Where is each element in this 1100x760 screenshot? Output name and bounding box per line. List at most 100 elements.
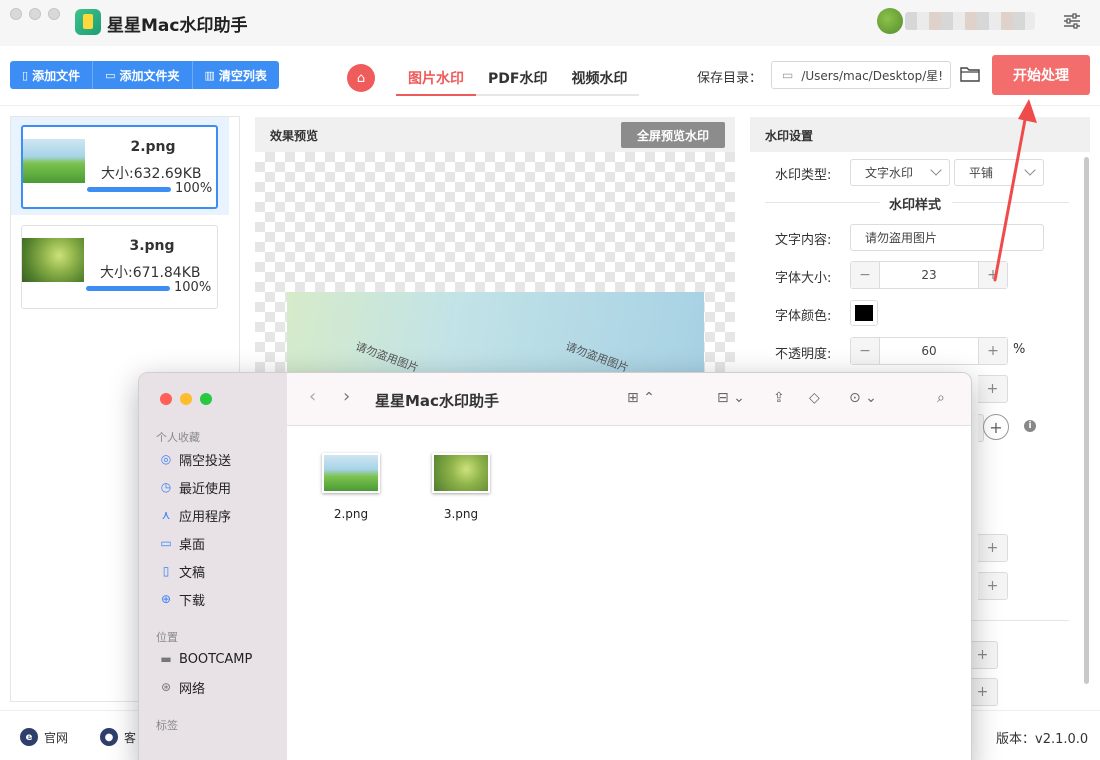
preview-title: 效果预览 [270, 129, 319, 143]
sidebar-item-desktop[interactable]: ▭ 桌面 [159, 533, 205, 553]
official-site-label: 官网 [44, 730, 69, 745]
font-size-label: 字体大小: [775, 271, 832, 286]
increment-button[interactable]: + [978, 375, 1008, 403]
increment-button[interactable]: + [979, 338, 1007, 364]
group-view-icon[interactable]: ⊟ ⌄ [717, 390, 745, 406]
opacity-stepper[interactable]: − 60 + [850, 337, 1008, 365]
opacity-value[interactable]: 60 [879, 338, 979, 364]
settings-sliders-icon[interactable] [1063, 13, 1081, 29]
home-button[interactable]: ⌂ [347, 64, 375, 92]
info-icon[interactable]: i [1024, 420, 1036, 432]
network-icon: ⊛ [160, 680, 172, 694]
sidebar-item-label: 应用程序 [179, 509, 232, 525]
increment-button[interactable]: + [968, 678, 998, 706]
window-close-button[interactable] [10, 8, 22, 20]
back-chevron-icon[interactable]: ‹ [309, 386, 316, 407]
file-list-item[interactable]: 2.png 大小:632.69KB 100% [21, 125, 218, 209]
tab-image-watermark[interactable]: 图片水印 [396, 60, 476, 96]
home-icon: ⌂ [356, 70, 366, 86]
airdrop-icon: ◎ [160, 452, 172, 466]
sidebar-item-label: 最近使用 [179, 481, 232, 497]
share-icon[interactable]: ⇪ [773, 390, 785, 406]
grid-view-icon[interactable]: ⊞ ⌃ [627, 390, 655, 406]
window-minimize-button[interactable] [180, 393, 192, 405]
watermark-type-select[interactable]: 文字水印 [850, 159, 950, 186]
window-close-button[interactable] [160, 393, 172, 405]
save-path-value: /Users/mac/Desktop/星! [801, 68, 944, 83]
sidebar-item-airdrop[interactable]: ◎ 隔空投送 [159, 449, 231, 469]
section-divider [972, 620, 1069, 621]
file-list-item[interactable]: 3.png 大小:671.84KB 100% [21, 225, 218, 309]
chat-bubble-icon: ● [100, 728, 118, 746]
tab-pdf-watermark[interactable]: PDF水印 [476, 60, 559, 96]
add-folder-button[interactable]: ▭ 添加文件夹 [93, 61, 193, 89]
avatar[interactable] [877, 8, 903, 34]
file-size: 大小:671.84KB [100, 265, 201, 281]
watermark-type-value: 文字水印 [865, 166, 914, 180]
file-name: 2.png [333, 507, 369, 521]
finder-file-item[interactable]: 3.png [421, 453, 501, 521]
add-file-label: 添加文件 [32, 68, 81, 83]
increment-button[interactable]: + [968, 641, 998, 669]
browse-folder-icon[interactable] [960, 66, 980, 82]
tag-icon[interactable]: ◇ [809, 390, 820, 406]
file-name: 3.png [129, 238, 175, 254]
increment-button[interactable]: + [978, 572, 1008, 600]
folder-small-icon: ▭ [782, 68, 794, 82]
window-zoom-button[interactable] [48, 8, 60, 20]
settings-title: 水印设置 [765, 129, 814, 143]
download-icon: ⊕ [160, 592, 172, 606]
decrement-button[interactable]: − [851, 262, 879, 288]
sidebar-item-label: 桌面 [179, 537, 206, 553]
sidebar-item-documents[interactable]: ▯ 文稿 [159, 561, 205, 581]
text-content-label: 文字内容: [775, 233, 832, 248]
favorites-heading: 个人收藏 [156, 431, 200, 444]
add-file-button[interactable]: ▯ 添加文件 [10, 61, 94, 89]
fullscreen-preview-button[interactable]: 全屏预览水印 [621, 122, 725, 148]
app-title: 星星Mac水印助手 [107, 16, 248, 36]
window-minimize-button[interactable] [29, 8, 41, 20]
app-logo-icon [75, 9, 101, 35]
file-toolbar: ▯ 添加文件 ▭ 添加文件夹 ▥ 清空列表 [10, 61, 279, 89]
document-icon: ▯ [162, 564, 170, 578]
window-zoom-button[interactable] [200, 393, 212, 405]
section-divider [765, 202, 880, 203]
progress-value: 100% [174, 280, 212, 295]
sidebar-item-network[interactable]: ⊛ 网络 [159, 677, 205, 697]
sidebar-item-recents[interactable]: ◷ 最近使用 [159, 477, 231, 497]
preview-header: 效果预览 全屏预览水印 [255, 117, 735, 152]
browser-e-icon: e [20, 728, 38, 746]
sidebar-item-downloads[interactable]: ⊕ 下载 [159, 589, 205, 609]
settings-scrollbar[interactable] [1084, 157, 1089, 684]
search-icon[interactable]: ⌕ [937, 390, 945, 406]
increment-button[interactable]: + [978, 534, 1008, 562]
mode-tabs: 图片水印 PDF水印 视频水印 [396, 60, 640, 96]
sidebar-item-applications[interactable]: ⋏ 应用程序 [159, 505, 231, 525]
watermark-type-label: 水印类型: [775, 168, 832, 183]
sidebar-item-bootcamp[interactable]: ▬ BOOTCAMP [159, 649, 252, 669]
tab-video-watermark[interactable]: 视频水印 [559, 60, 639, 96]
save-directory-input[interactable]: ▭ /Users/mac/Desktop/星! [771, 61, 951, 89]
start-processing-button[interactable]: 开始处理 [992, 55, 1090, 95]
add-circle-icon[interactable]: + [983, 414, 1009, 440]
save-directory-label: 保存目录： [697, 71, 763, 86]
font-size-value[interactable]: 23 [879, 262, 979, 288]
finder-title: 星星Mac水印助手 [375, 392, 499, 410]
customer-service-link[interactable]: ● 客 [100, 728, 136, 746]
font-color-label: 字体颜色: [775, 309, 832, 324]
add-folder-label: 添加文件夹 [119, 68, 180, 83]
font-color-picker[interactable] [850, 300, 878, 326]
official-site-link[interactable]: e 官网 [20, 728, 68, 746]
file-name: 3.png [443, 507, 479, 521]
folder-icon: ▭ [105, 68, 116, 82]
finder-file-item[interactable]: 2.png [311, 453, 391, 521]
forward-chevron-icon[interactable]: › [343, 386, 350, 407]
decrement-button[interactable]: − [851, 338, 879, 364]
more-actions-icon[interactable]: ⊙ ⌄ [849, 390, 877, 406]
clear-list-button[interactable]: ▥ 清空列表 [192, 61, 279, 89]
sidebar-item-label: 网络 [179, 681, 206, 697]
trash-icon: ▥ [204, 68, 215, 82]
opacity-unit: % [1013, 342, 1026, 357]
progress-value: 100% [175, 181, 213, 196]
finder-sidebar: 个人收藏 ◎ 隔空投送 ◷ 最近使用 ⋏ 应用程序 ▭ 桌面 ▯ 文稿 ⊕ 下载… [139, 373, 287, 760]
